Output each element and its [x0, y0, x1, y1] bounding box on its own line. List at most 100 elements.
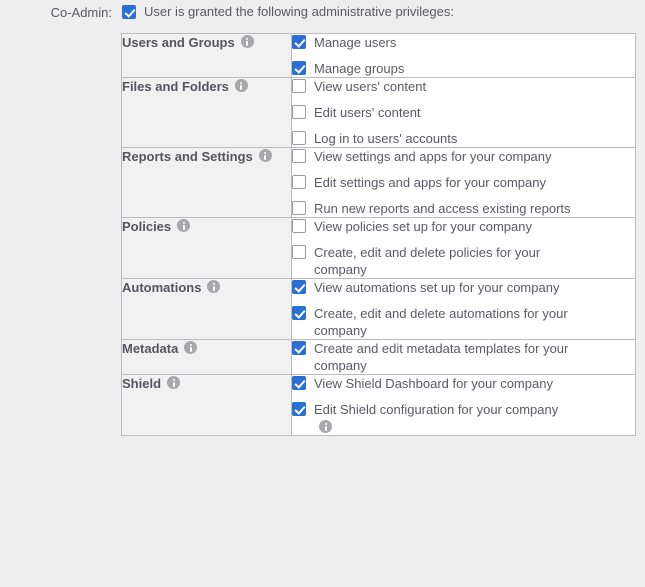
permission-label-text: Edit users' content — [314, 105, 421, 120]
permission-label: Log in to users' accounts — [314, 130, 457, 147]
table-row: Shield View Shield Dashboard for your com… — [121, 374, 636, 436]
privilege-options-cell: View Shield Dashboard for your company Ed… — [291, 374, 636, 436]
permission-label-text: Edit settings and apps for your company — [314, 175, 546, 190]
permission-checkbox-row[interactable]: View policies set up for your company — [292, 218, 635, 235]
permission-label-text: View policies set up for your company — [314, 219, 532, 234]
privilege-options-cell: View users' content Edit users' content Lo… — [291, 77, 636, 148]
info-icon[interactable] — [177, 219, 191, 232]
permission-checkbox-row[interactable]: Create and edit metadata templates for y… — [292, 340, 635, 374]
table-row: Policies View policies set up for your co… — [121, 217, 636, 279]
privilege-category-cell: Users and Groups — [121, 33, 292, 78]
info-icon[interactable] — [258, 149, 272, 162]
info-icon[interactable] — [207, 280, 221, 293]
permission-label-text: Create, edit and delete policies for you… — [314, 245, 541, 277]
info-icon[interactable] — [240, 35, 254, 48]
checkbox-checked-icon[interactable] — [292, 61, 306, 75]
permission-checkbox-row[interactable]: View Shield Dashboard for your company — [292, 375, 635, 392]
permission-label-text: Create, edit and delete automations for … — [314, 306, 568, 338]
checkbox-checked-icon[interactable] — [292, 35, 306, 49]
master-privileges-label: User is granted the following administra… — [144, 4, 454, 19]
privilege-category-cell: Files and Folders — [121, 77, 292, 148]
permission-label: Edit settings and apps for your company — [314, 174, 546, 191]
privilege-category-cell: Automations — [121, 278, 292, 340]
permission-checkbox-row[interactable]: View users' content — [292, 78, 635, 95]
info-icon[interactable] — [319, 420, 332, 433]
permission-checkbox-row[interactable]: Edit Shield configuration for your compa… — [292, 401, 635, 435]
checkbox-checked-icon[interactable] — [292, 402, 306, 416]
permission-label: View Shield Dashboard for your company — [314, 375, 553, 392]
permission-label-text: View Shield Dashboard for your company — [314, 376, 553, 391]
checkbox-unchecked-icon[interactable] — [292, 149, 306, 163]
permission-label: Create and edit metadata templates for y… — [314, 340, 574, 374]
permission-label-text: Manage users — [314, 35, 397, 50]
permission-label-text: View settings and apps for your company — [314, 149, 552, 164]
privilege-options-cell: View automations set up for your company… — [291, 278, 636, 340]
privileges-table-body: Users and Groups Manage users Manage group… — [121, 33, 636, 436]
permission-label-text: Edit Shield configuration for your compa… — [314, 402, 559, 417]
checkbox-unchecked-icon[interactable] — [292, 131, 306, 145]
info-icon[interactable] — [234, 79, 248, 92]
info-icon[interactable] — [167, 376, 181, 389]
permission-label: Manage users — [314, 34, 396, 51]
privilege-category-label: Files and Folders — [122, 79, 229, 95]
checkbox-unchecked-icon[interactable] — [292, 201, 306, 215]
checkbox-unchecked-icon[interactable] — [292, 175, 306, 189]
checkbox-checked-icon[interactable] — [122, 5, 136, 19]
permission-checkbox-row[interactable]: Edit settings and apps for your company — [292, 174, 635, 191]
permission-label: Run new reports and access existing repo… — [314, 200, 571, 217]
privilege-category-label: Policies — [122, 219, 172, 235]
info-icon[interactable] — [184, 341, 198, 354]
privilege-category-label: Shield — [122, 376, 162, 392]
privilege-category-cell: Policies — [121, 217, 292, 279]
co-admin-privileges-page: Co-Admin: User is granted the following … — [0, 0, 645, 587]
permission-label: Create, edit and delete policies for you… — [314, 244, 574, 278]
table-row: Users and Groups Manage users Manage group… — [121, 33, 636, 78]
permission-checkbox-row[interactable]: Edit users' content — [292, 104, 635, 121]
permission-checkbox-row[interactable]: Run new reports and access existing repo… — [292, 200, 635, 217]
permission-checkbox-row[interactable]: Manage groups — [292, 60, 635, 77]
permission-checkbox-row[interactable]: Manage users — [292, 34, 635, 51]
privilege-options-cell: Create and edit metadata templates for y… — [291, 339, 636, 375]
permission-label-text: View users' content — [314, 79, 427, 94]
permission-label-text: Log in to users' accounts — [314, 131, 458, 146]
privilege-category-label: Users and Groups — [122, 35, 235, 51]
master-privileges-toggle[interactable]: User is granted the following administra… — [122, 0, 454, 20]
privilege-category-cell: Reports and Settings — [121, 147, 292, 218]
permission-checkbox-row[interactable]: View settings and apps for your company — [292, 148, 635, 165]
permission-checkbox-row[interactable]: View automations set up for your company — [292, 279, 635, 296]
co-admin-field-row: Co-Admin: User is granted the following … — [0, 0, 645, 28]
checkbox-checked-icon[interactable] — [292, 306, 306, 320]
privilege-options-cell: View policies set up for your company Cre… — [291, 217, 636, 279]
permission-label: View settings and apps for your company — [314, 148, 552, 165]
checkbox-unchecked-icon[interactable] — [292, 105, 306, 119]
privilege-options-cell: View settings and apps for your company E… — [291, 147, 636, 218]
checkbox-checked-icon[interactable] — [292, 376, 306, 390]
co-admin-label: Co-Admin: — [50, 5, 112, 20]
permission-label-text: Create and edit metadata templates for y… — [314, 341, 569, 373]
privileges-table: Users and Groups Manage users Manage group… — [121, 33, 636, 436]
checkbox-unchecked-icon[interactable] — [292, 79, 306, 93]
permission-label-text: Run new reports and access existing repo… — [314, 201, 571, 216]
permission-checkbox-row[interactable]: Log in to users' accounts — [292, 130, 635, 147]
permission-label: Edit Shield configuration for your compa… — [314, 401, 574, 435]
table-row: Reports and Settings View settings and ap… — [121, 147, 636, 218]
table-row: Files and Folders View users' content Edit… — [121, 77, 636, 148]
permission-label: Edit users' content — [314, 104, 421, 121]
permission-label-text: Manage groups — [314, 61, 405, 76]
checkbox-checked-icon[interactable] — [292, 341, 306, 355]
permission-label: View automations set up for your company — [314, 279, 559, 296]
checkbox-unchecked-icon[interactable] — [292, 219, 306, 233]
table-row: Metadata Create and edit metadata templat… — [121, 339, 636, 375]
privilege-category-label: Automations — [122, 280, 202, 296]
permission-label-text: View automations set up for your company — [314, 280, 560, 295]
privilege-options-cell: Manage users Manage groups — [291, 33, 636, 78]
checkbox-unchecked-icon[interactable] — [292, 245, 306, 259]
checkbox-checked-icon[interactable] — [292, 280, 306, 294]
privilege-category-cell: Shield — [121, 374, 292, 436]
permission-checkbox-row[interactable]: Create, edit and delete automations for … — [292, 305, 635, 339]
table-row: Automations View automations set up for y… — [121, 278, 636, 340]
permission-label: Manage groups — [314, 60, 404, 77]
permission-label: View users' content — [314, 78, 426, 95]
permission-checkbox-row[interactable]: Create, edit and delete policies for you… — [292, 244, 635, 278]
privilege-category-label: Metadata — [122, 341, 179, 357]
